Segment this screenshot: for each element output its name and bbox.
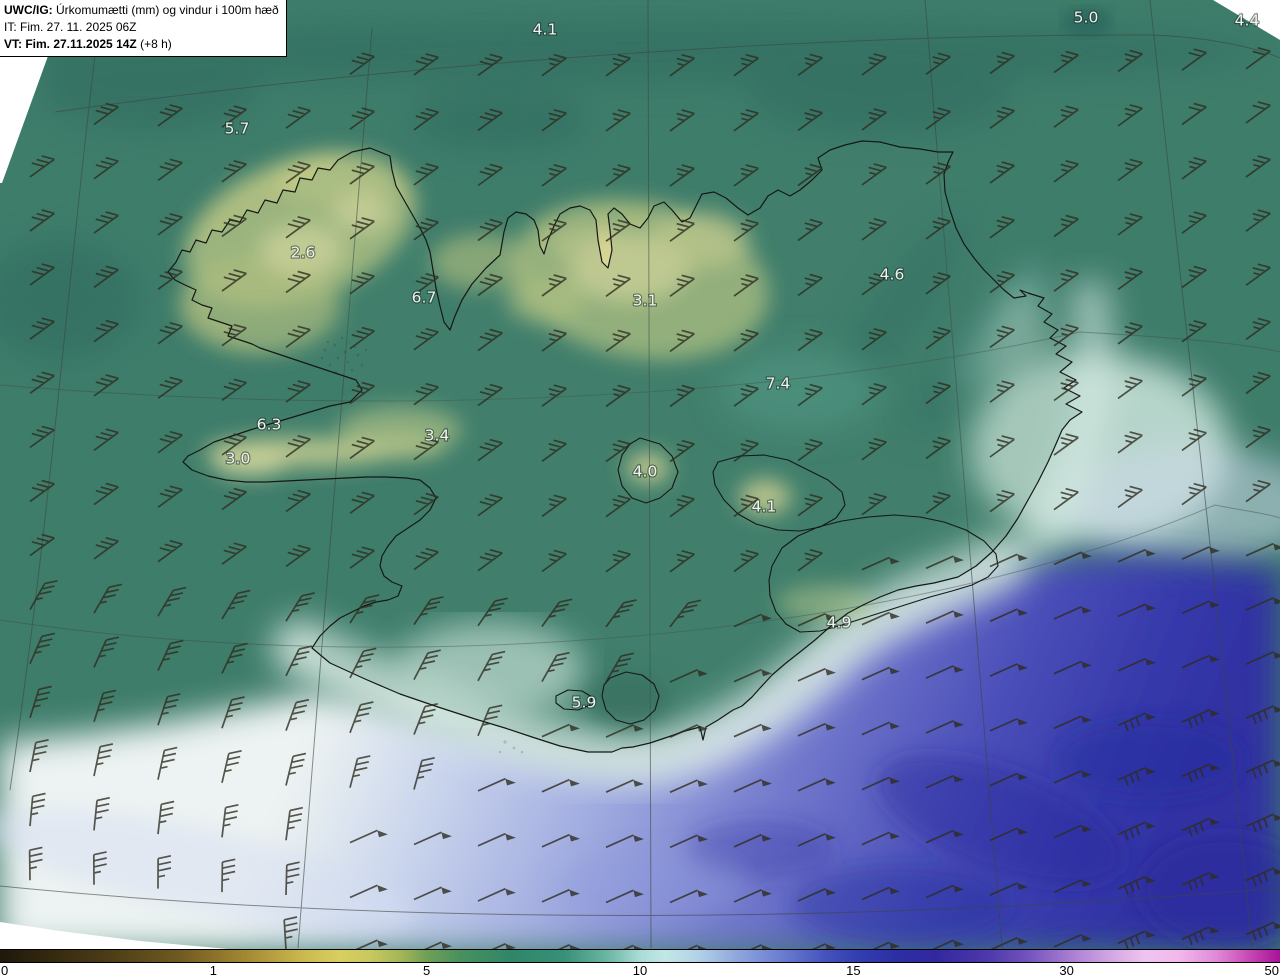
init-value: Fim. 27. 11. 2025 06Z [16, 20, 137, 34]
weather-map-page: 4.1 5.0 4.4 5.7 2.6 6.7 3.1 4.6 7.4 6.3 3.4 3.0 4.0 4… [0, 0, 1280, 978]
value-label: 7.4 [766, 375, 791, 393]
value-label: 4.6 [880, 266, 905, 284]
value-label: 4.1 [533, 21, 558, 39]
value-label: 6.3 [257, 416, 282, 434]
colorbar-tick-label: 50 [1264, 963, 1279, 978]
valid-value: VT: Fim. 27.11.2025 14Z [4, 37, 137, 51]
value-label: 4.4 [1235, 12, 1260, 30]
value-label: 3.1 [633, 292, 658, 310]
value-label: 5.0 [1074, 9, 1099, 27]
precip-colorbar: 0 1 5 10 15 30 50 [0, 949, 1280, 978]
value-label: 3.4 [425, 427, 450, 445]
product-id: UWC/IG: [4, 3, 53, 17]
forecast-title-line: UWC/IG: Úrkomumætti (mm) og vindur i 100… [4, 2, 279, 19]
colorbar-tick-label: 1 [209, 963, 217, 978]
colorbar-tick-label: 5 [423, 963, 431, 978]
weather-map: 4.1 5.0 4.4 5.7 2.6 6.7 3.1 4.6 7.4 6.3 3.4 3.0 4.0 4… [0, 0, 1280, 950]
init-label: IT: [4, 20, 17, 34]
value-label: 5.9 [572, 694, 597, 712]
colorbar-tick-label: 0 [1, 963, 9, 978]
colorbar-ticks: 0 1 5 10 15 30 50 [0, 963, 1280, 978]
colorbar-gradient [0, 949, 1280, 963]
value-label: 4.0 [633, 463, 658, 481]
value-label: 4.1 [752, 498, 777, 516]
forecast-title: Úrkomumætti (mm) og vindur i 100m hæð [52, 3, 279, 17]
value-label: 2.6 [291, 244, 316, 262]
forecast-info-box: UWC/IG: Úrkomumætti (mm) og vindur i 100… [0, 0, 287, 57]
valid-offset: (+8 h) [136, 37, 172, 51]
valid-time-line: VT: Fim. 27.11.2025 14Z (+8 h) [4, 36, 279, 53]
init-time-line: IT: Fim. 27. 11. 2025 06Z [4, 19, 279, 36]
value-label: 3.0 [226, 450, 251, 468]
value-label: 5.7 [225, 120, 250, 138]
value-label: 6.7 [412, 289, 437, 307]
colorbar-tick-label: 10 [632, 963, 648, 978]
value-label: 4.9 [827, 614, 852, 632]
colorbar-tick-label: 15 [846, 963, 861, 978]
colorbar-tick-label: 30 [1059, 963, 1074, 978]
